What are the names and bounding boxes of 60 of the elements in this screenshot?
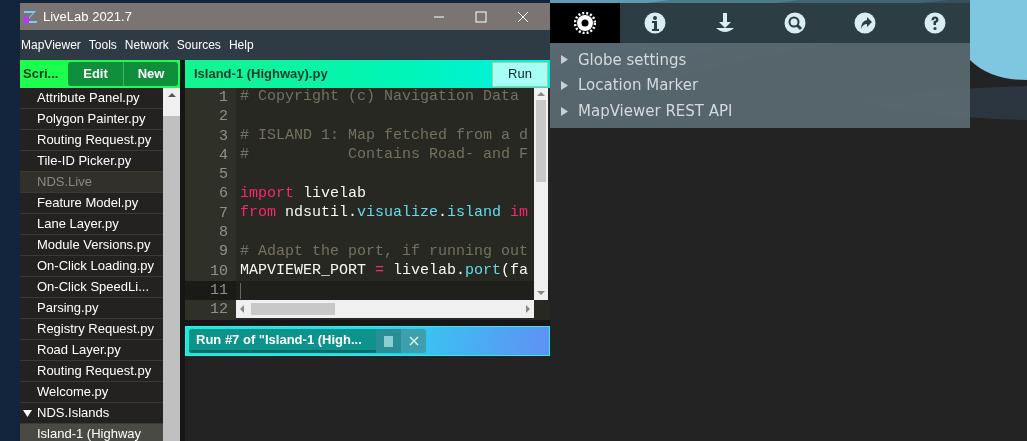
line-number: 5 [185,165,236,185]
line-number: 6 [185,184,236,204]
line-number: 2 [185,107,236,127]
menu-item[interactable]: Tools [88,36,117,54]
menu-item[interactable]: Help [228,36,254,54]
scroll-right-icon[interactable] [525,305,531,313]
search-icon [784,12,806,34]
line-number: 12 [185,300,236,320]
editor-tab[interactable]: Island-1 (Highway).py [194,64,328,84]
download-icon [714,12,736,34]
close-icon[interactable] [517,10,529,23]
stop-icon [384,335,393,347]
scroll-left-icon[interactable] [239,305,245,313]
toolbar-button[interactable]: Edit [68,61,123,86]
close-button[interactable] [401,329,426,353]
code-line: import livelab [240,184,367,204]
text-cursor [240,282,241,299]
panel-item[interactable]: MapViewer REST API [550,98,970,124]
group-header: NDS.Live [20,172,163,193]
menu-item[interactable]: Network [124,36,169,54]
run-button[interactable]: Run [492,61,548,87]
close-icon [408,336,419,346]
expand-arrow-icon [560,106,569,116]
menu-item[interactable]: Sources [176,36,221,54]
toolbar-tab[interactable] [550,3,620,43]
code-line: # Copyright (c) Navigation Data [240,88,521,108]
menu-item[interactable]: MapViewer [21,36,81,54]
line-number: 9 [185,242,236,262]
line-number: 1 [185,88,236,108]
code-line: from ndsutil.visualize.island im [240,203,529,224]
script-item[interactable]: Island-1 (Highway [20,424,163,441]
scroll-up-icon[interactable] [537,91,545,97]
code-line: # ISLAND 1: Map fetched from a d [240,126,529,146]
info-icon [644,12,666,34]
panel-item[interactable]: Globe settings [550,47,970,73]
panel-item[interactable]: Location Marker [550,72,970,99]
window-title: LiveLab 2021.7 [43,7,132,26]
scrollbar-thumb[interactable] [251,303,335,315]
code-line: # Adapt the port, if running out [240,242,529,262]
scroll-down-icon[interactable] [537,290,545,296]
folder-label[interactable]: NDS.Islands [37,403,110,423]
expand-arrow-icon [560,81,569,90]
app-logo-icon [23,8,39,25]
vertical-scrollbar[interactable] [534,88,548,300]
scrollbar[interactable] [163,88,180,441]
scrollbar-thumb[interactable] [536,100,546,182]
toolbar-button[interactable]: New [123,61,178,86]
collapse-arrow-icon[interactable] [23,408,32,418]
scroll-up-icon[interactable] [167,92,176,98]
sidebar-title: Scri... [23,64,60,83]
run-tab[interactable]: Run #7 of "Island-1 (High... [189,329,376,353]
stop-button[interactable] [376,329,401,353]
code-line: MAPVIEWER_PORT = livelab.port(fa [240,261,529,281]
expand-arrow-icon [560,55,569,65]
maximize-icon[interactable] [475,10,487,23]
settings-icon [574,12,596,34]
help-icon [924,12,946,34]
line-number: 8 [185,223,236,243]
horizontal-scrollbar[interactable] [236,300,534,318]
code-line: # Contains Road- and F [240,145,529,166]
